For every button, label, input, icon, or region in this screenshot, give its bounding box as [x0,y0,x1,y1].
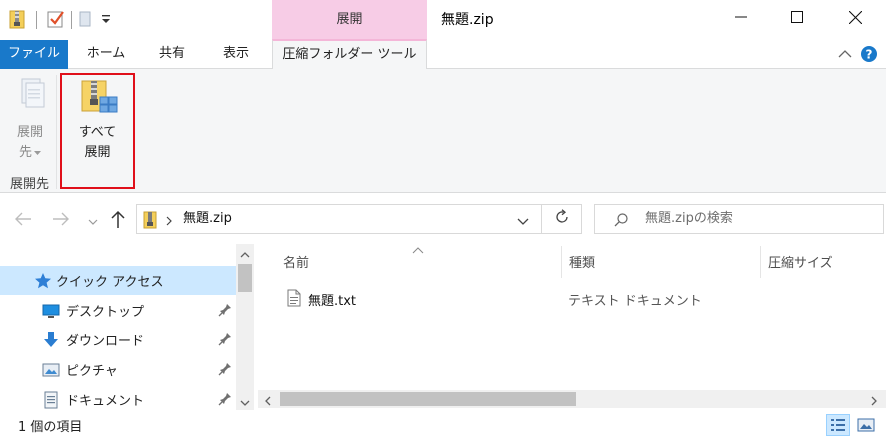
scroll-left-icon[interactable] [264,395,272,406]
pin-icon[interactable] [218,362,232,376]
file-row[interactable]: 無題.txt テキスト ドキュメント [280,288,886,310]
address-bar[interactable]: 無題.zip [136,204,542,234]
ribbon-panel: 展開 先 すべて 展開 展開先 [0,69,886,193]
context-tab-header: 展開 [272,0,427,40]
zip-folder-icon[interactable] [9,9,25,29]
minimize-button[interactable] [712,0,770,38]
column-header-compressed-size[interactable]: 圧縮サイズ [768,252,833,271]
refresh-icon [554,209,570,229]
nav-item-label: ダウンロード [66,334,145,349]
column-header-name[interactable]: 名前 [283,252,309,271]
dropdown-arrow-icon [34,143,41,163]
new-folder-icon[interactable] [78,10,94,28]
address-row: 無題.zip 無題.zipの検索 [0,194,886,244]
star-icon [34,272,52,290]
forward-arrow-icon[interactable] [52,211,70,227]
search-icon [613,212,629,228]
text-file-icon [286,289,302,307]
maximize-icon [791,11,803,27]
address-path[interactable]: 無題.zip [183,210,232,228]
highlight-box [60,73,135,189]
extract-to-label-line1: 展開 [16,125,43,140]
close-icon [848,10,862,28]
extract-to-label-line2: 先 [18,145,32,160]
nav-item-label: クイック アクセス [56,275,164,290]
scroll-right-icon[interactable] [870,395,878,406]
scroll-down-icon[interactable] [240,396,250,406]
file-name: 無題.txt [308,294,357,309]
toolbar-separator [36,11,37,29]
scroll-thumb[interactable] [238,264,252,292]
extract-to-folder-icon [16,77,48,113]
customize-toolbar-dropdown-icon[interactable] [100,12,112,26]
pin-icon[interactable] [218,332,232,346]
search-placeholder: 無題.zipの検索 [645,211,733,226]
close-button[interactable] [826,0,884,38]
file-list: 名前 種類 圧縮サイズ 無題.txt テキスト ドキュメント [258,244,886,410]
nav-scrollbar[interactable] [236,244,254,410]
item-count: 1 個の項目 [18,420,83,435]
column-divider[interactable] [561,246,562,278]
ribbon-group-separator [56,75,57,189]
pin-icon[interactable] [218,303,232,317]
nav-item-desktop[interactable]: デスクトップ [0,296,236,325]
ribbon-tabs: ファイル ホーム 共有 表示 圧縮フォルダー ツール ? [0,39,886,70]
documents-icon [42,391,60,409]
status-bar: 1 個の項目 [0,410,886,440]
nav-item-quick-access[interactable]: クイック アクセス [0,266,236,295]
tab-share[interactable]: 共有 [146,40,198,69]
nav-item-label: ドキュメント [66,394,145,409]
svg-text:?: ? [866,48,873,62]
pin-icon[interactable] [218,392,232,406]
up-arrow-icon[interactable] [110,209,126,229]
address-history-chevron-down-icon[interactable] [517,215,529,225]
maximize-button[interactable] [768,0,826,38]
toolbar-separator [71,11,72,29]
tab-file[interactable]: ファイル [0,40,68,69]
minimize-icon [735,11,747,27]
navigation-pane: クイック アクセス デスクトップ ダウンロード ピクチャ ドキュメント [0,244,256,410]
ribbon-group-label: 展開先 [10,177,50,192]
tab-view[interactable]: 表示 [210,40,262,69]
nav-item-downloads[interactable]: ダウンロード [0,325,236,354]
horizontal-scrollbar[interactable] [258,390,886,408]
back-arrow-icon[interactable] [14,211,32,227]
nav-item-pictures[interactable]: ピクチャ [0,355,236,384]
details-view-icon[interactable] [826,414,850,436]
recent-locations-chevron-down-icon[interactable] [88,215,98,225]
scroll-thumb[interactable] [280,392,576,406]
title-bar: 展開 無題.zip [0,0,886,40]
tab-compressed-folder-tools[interactable]: 圧縮フォルダー ツール [272,39,427,70]
breadcrumb-chevron-right-icon[interactable] [165,215,173,226]
sort-ascending-icon [412,243,424,254]
file-type: テキスト ドキュメント [568,294,702,309]
zip-folder-icon [143,211,157,229]
collapse-ribbon-chevron-up-icon[interactable] [838,48,852,60]
extract-to-button[interactable]: 展開 先 [6,73,54,169]
refresh-button[interactable] [542,204,582,234]
scroll-up-icon[interactable] [240,248,250,258]
desktop-icon [42,303,60,319]
help-icon[interactable]: ? [860,45,878,63]
large-icons-view-icon[interactable] [856,416,876,434]
search-box[interactable]: 無題.zipの検索 [594,204,884,234]
column-divider[interactable] [760,246,761,278]
tab-home[interactable]: ホーム [78,40,134,69]
pictures-icon [42,362,60,378]
nav-item-label: ピクチャ [66,364,118,379]
column-header-type[interactable]: 種類 [569,252,595,271]
download-arrow-icon [42,331,60,349]
properties-check-icon[interactable] [47,10,65,28]
nav-item-label: デスクトップ [66,305,145,320]
window-title: 無題.zip [441,12,494,28]
